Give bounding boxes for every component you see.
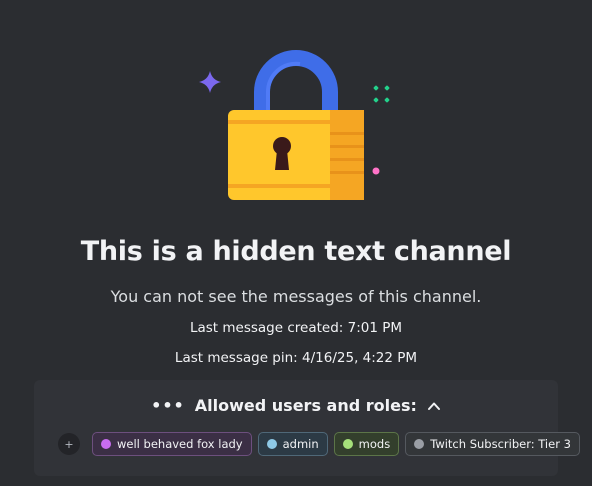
last-message-pin: Last message pin: 4/16/25, 4:22 PM — [0, 350, 592, 366]
role-color-dot — [266, 439, 277, 449]
add-role-button[interactable]: + — [58, 433, 80, 455]
last-message-pin-label: Last message pin: — [174, 350, 298, 366]
page-title: This is a hidden text channel — [80, 236, 512, 267]
more-icon[interactable]: ••• — [151, 396, 185, 415]
panel-header[interactable]: ••• Allowed users and roles: — [34, 396, 558, 415]
role-label: Twitch Subscriber: Tier 3 — [430, 437, 571, 451]
role-label: admin — [282, 437, 319, 451]
role-pill-admin[interactable]: admin — [257, 432, 328, 456]
role-pill-well-behaved-fox-lady[interactable]: well behaved fox lady — [92, 432, 252, 456]
role-color-dot — [414, 439, 425, 449]
green-sparkle-icon — [373, 85, 390, 103]
role-pill-twitch-subscriber[interactable]: Twitch Subscriber: Tier 3 — [405, 432, 580, 456]
role-color-dot — [101, 439, 111, 449]
lock-illustration — [199, 50, 390, 200]
roles-list: + well behaved fox lady admin mods Twitc… — [58, 432, 580, 456]
shackle-icon — [254, 50, 338, 118]
role-label: well behaved fox lady — [117, 437, 243, 451]
role-label: mods — [358, 437, 391, 451]
pink-dot-icon — [372, 167, 380, 175]
panel-title: Allowed users and roles: — [194, 396, 417, 415]
last-message-created: Last message created: 7:01 PM — [0, 320, 592, 336]
last-message-created-value: 7:01 PM — [347, 320, 403, 336]
chevron-up-icon[interactable] — [427, 399, 441, 413]
last-message-created-label: Last message created: — [189, 320, 344, 336]
last-message-pin-value: 4/16/25, 4:22 PM — [302, 350, 418, 366]
page-subtitle: You can not see the messages of this cha… — [110, 287, 482, 306]
sparkle-icon — [199, 71, 221, 93]
role-pill-mods[interactable]: mods — [333, 432, 400, 456]
role-color-dot — [342, 439, 353, 449]
allowed-users-panel: ••• Allowed users and roles: + well beha… — [34, 380, 580, 476]
